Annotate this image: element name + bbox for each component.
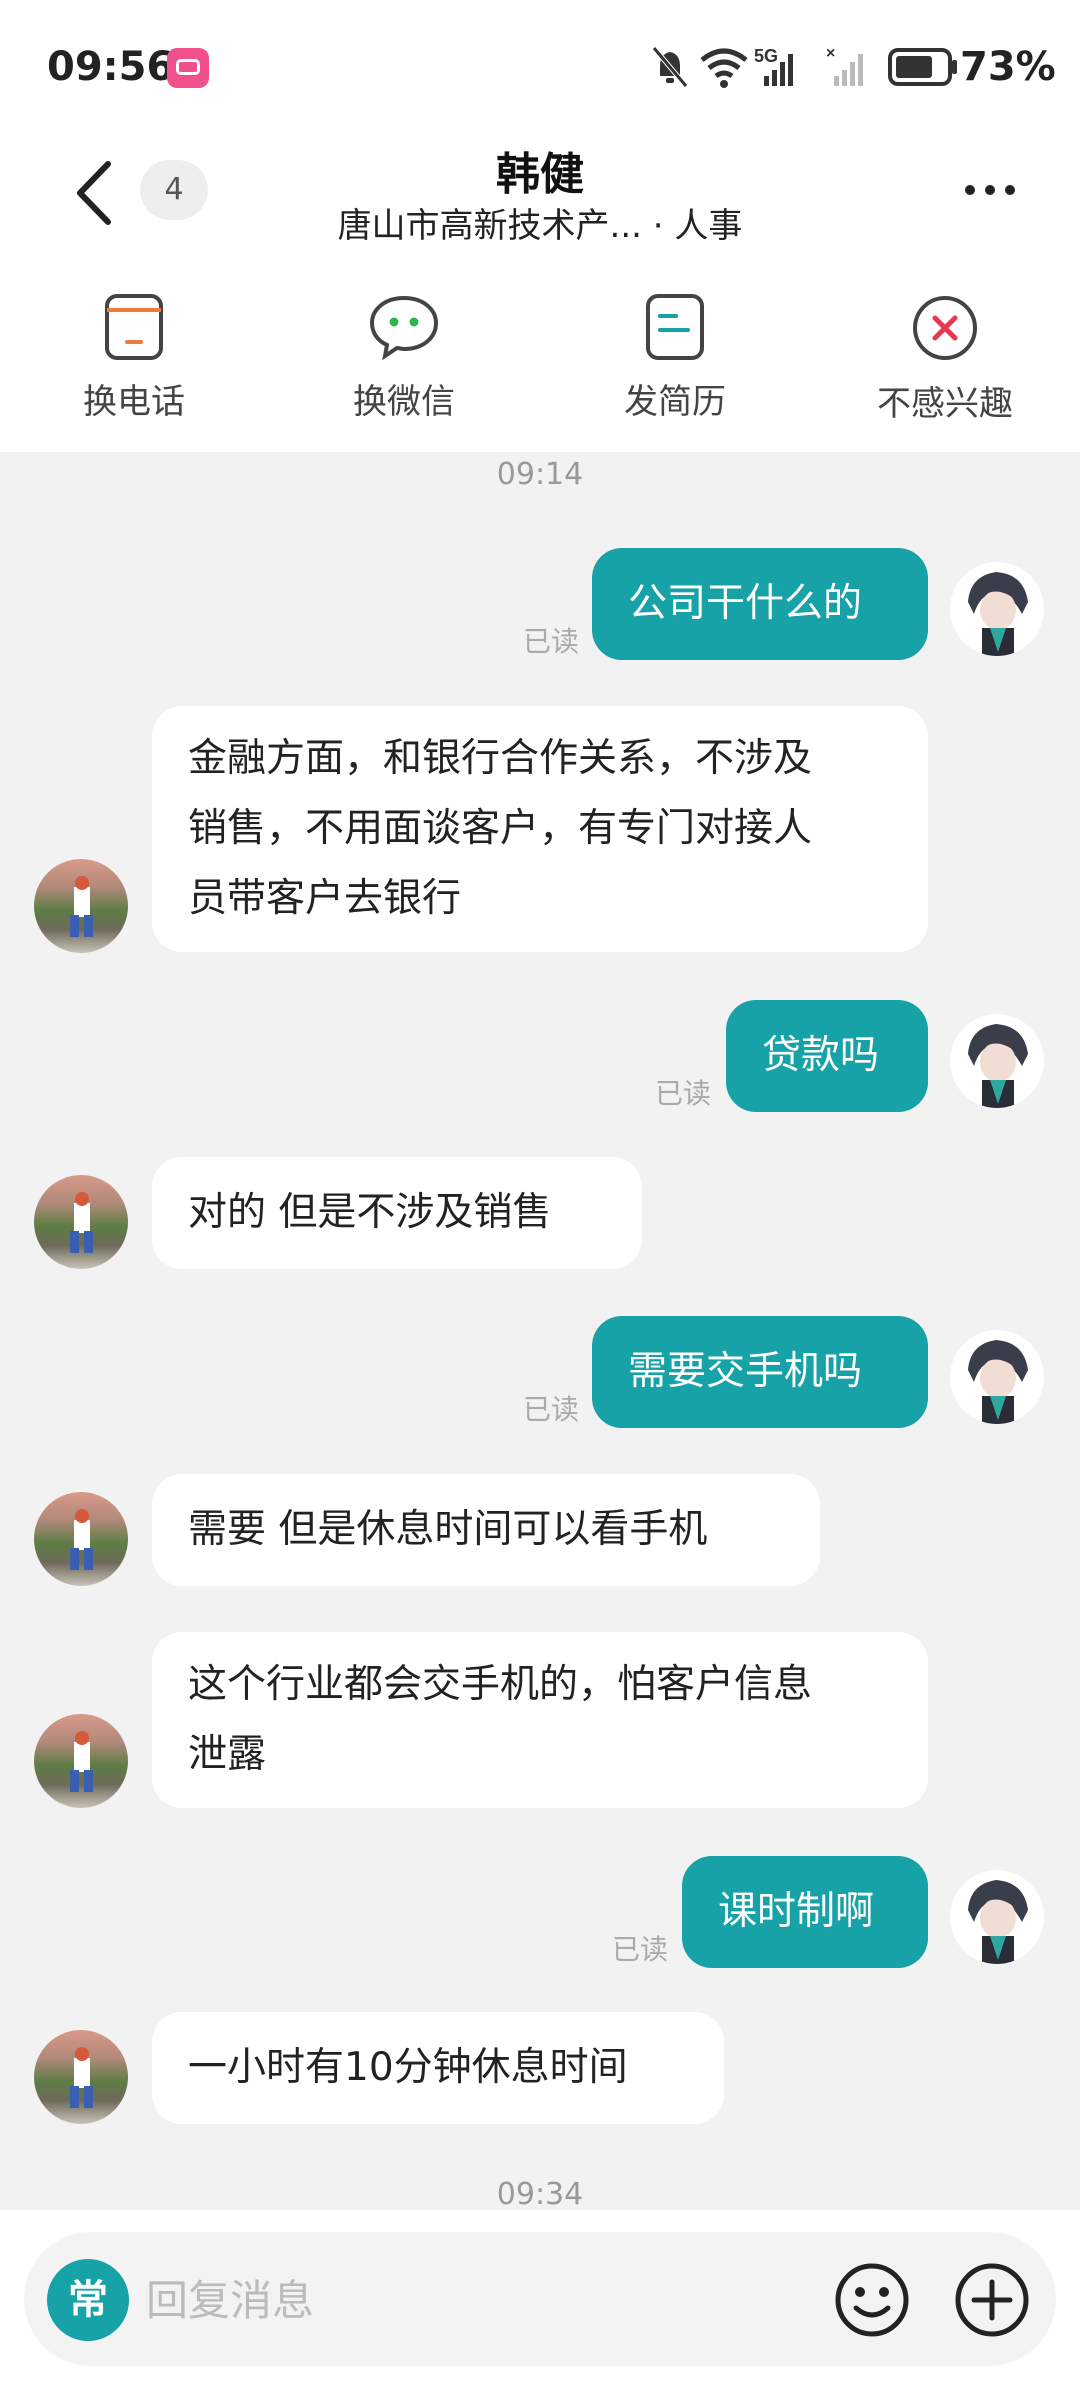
exchange-phone-button[interactable]: 换电话: [34, 292, 234, 442]
message-line: 金融方面，和银行合作关系，不涉及: [188, 736, 813, 781]
contact-avatar[interactable]: [34, 1492, 128, 1586]
action-label: 发简历: [624, 382, 726, 422]
reply-input[interactable]: [146, 2262, 786, 2338]
read-status: 已读: [655, 1077, 712, 1110]
svg-text:×: ×: [826, 45, 835, 62]
bilibili-icon: [167, 48, 209, 88]
contact-name: 韩健: [496, 149, 584, 200]
message-line: 这个行业都会交手机的，怕客户信息: [188, 1662, 813, 1707]
more-icon: [965, 185, 1015, 195]
action-label: 不感兴趣: [877, 384, 1013, 424]
phone-icon: [105, 294, 163, 360]
mute-bell-icon: [652, 46, 688, 88]
message-line: 销售，不用面谈客户，有专门对接人: [188, 806, 813, 851]
contact-avatar[interactable]: [34, 1175, 128, 1269]
my-avatar[interactable]: [950, 562, 1044, 656]
battery-icon: [888, 48, 957, 86]
wifi-icon: [700, 48, 748, 88]
battery-percentage: 73%: [960, 44, 1056, 90]
more-actions-button[interactable]: [952, 2260, 1032, 2340]
5g-signal-icon: 5G: [754, 46, 793, 86]
wechat-icon: [369, 295, 439, 361]
message-bubble-sent[interactable]: 公司干什么的: [592, 548, 928, 660]
my-avatar[interactable]: [950, 1870, 1044, 1964]
common-phrases-button[interactable]: 常: [47, 2259, 129, 2341]
plus-icon: [955, 2263, 1029, 2337]
message-bubble-received[interactable]: 需要 但是休息时间可以看手机: [152, 1474, 820, 1586]
my-avatar[interactable]: [950, 1330, 1044, 1424]
message-bubble-received[interactable]: 金融方面，和银行合作关系，不涉及 销售，不用面谈客户，有专门对接人 员带客户去银…: [152, 706, 928, 952]
close-circle-icon: [913, 296, 977, 360]
message-bubble-received[interactable]: 这个行业都会交手机的，怕客户信息 泄露: [152, 1632, 928, 1808]
my-avatar[interactable]: [950, 1014, 1044, 1108]
message-bubble-received[interactable]: 一小时有10分钟休息时间: [152, 2012, 724, 2124]
svg-text:5G: 5G: [754, 46, 778, 66]
message-bubble-received[interactable]: 对的 但是不涉及销售: [152, 1157, 642, 1269]
send-resume-button[interactable]: 发简历: [575, 292, 775, 442]
exchange-wechat-button[interactable]: 换微信: [304, 292, 504, 442]
read-status: 已读: [612, 1933, 669, 1966]
contact-avatar[interactable]: [34, 859, 128, 953]
contact-company-role: 唐山市高新技术产... · 人事: [337, 206, 743, 246]
message-timestamp: 09:14: [496, 457, 584, 492]
read-status: 已读: [523, 625, 580, 658]
emoji-button[interactable]: [832, 2260, 912, 2340]
contact-avatar[interactable]: [34, 1714, 128, 1808]
message-bubble-sent[interactable]: 课时制啊: [682, 1856, 928, 1968]
message-bubble-sent[interactable]: 贷款吗: [726, 1000, 928, 1112]
message-line: 泄露: [188, 1732, 267, 1777]
more-button[interactable]: [955, 170, 1025, 210]
read-status: 已读: [523, 1393, 580, 1426]
message-line: 员带客户去银行: [188, 876, 462, 921]
message-timestamp: 09:34: [496, 2177, 584, 2212]
resume-icon: [646, 294, 704, 360]
emoji-icon: [835, 2263, 909, 2337]
not-interested-button[interactable]: 不感兴趣: [845, 292, 1045, 442]
no-signal-icon: ×: [826, 45, 863, 86]
message-bubble-sent[interactable]: 需要交手机吗: [592, 1316, 928, 1428]
action-label: 换电话: [83, 382, 185, 422]
status-time: 09:56: [47, 44, 175, 90]
contact-avatar[interactable]: [34, 2030, 128, 2124]
action-label: 换微信: [353, 382, 455, 422]
